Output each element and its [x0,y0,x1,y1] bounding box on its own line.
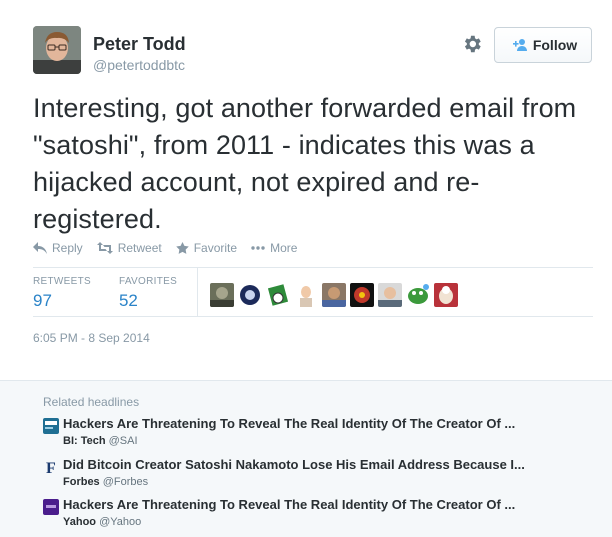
favoriter-avatar[interactable] [210,283,234,307]
favorite-action[interactable]: Favorite [175,241,238,255]
favoriter-avatars [210,283,458,307]
bi-tech-logo-icon [43,418,59,434]
headline-text[interactable]: Hackers Are Threatening To Reveal The Re… [63,497,583,512]
favorite-label: Favorite [193,241,238,255]
favoriter-avatar[interactable] [266,283,290,307]
retweets-stat[interactable]: RETWEETS 97 [33,276,119,312]
headline-text[interactable]: Did Bitcoin Creator Satoshi Nakamoto Los… [63,457,583,472]
retweet-icon [96,242,113,254]
favoriter-avatar[interactable] [322,283,346,307]
headline-source-name: Yahoo [63,516,97,528]
retweet-action[interactable]: Retweet [96,241,162,255]
headline-text[interactable]: Hackers Are Threatening To Reveal The Re… [63,416,583,431]
tweet-card: Peter Todd @petertoddbtc Follow Interest… [0,0,612,380]
star-icon [175,242,189,254]
user-name[interactable]: Peter Todd [93,34,186,54]
related-headlines-title: Related headlines [43,395,140,409]
favoriter-avatar[interactable] [378,283,402,307]
svg-text:F: F [46,460,56,475]
tweet-stats: RETWEETS 97 FAVORITES 52 [33,276,205,312]
favorites-count: 52 [118,291,138,310]
favoriter-avatar[interactable] [238,283,262,307]
more-dots-icon [251,246,265,250]
headline-source[interactable]: Forbes @Forbes [63,476,148,488]
headline-source-handle: @Forbes [102,476,149,488]
reply-action[interactable]: Reply [33,241,83,255]
tweet-timestamp[interactable]: 6:05 PM - 8 Sep 2014 [33,331,150,345]
favorites-label: FAVORITES [118,276,178,287]
headline-source[interactable]: Yahoo @Yahoo [63,516,141,528]
headline-source-name: BI: Tech [63,435,106,447]
related-headlines-panel: Related headlines Hackers Are Threatenin… [0,380,612,537]
forbes-logo-icon: F [43,459,59,475]
retweets-count: 97 [33,291,52,310]
headline-source-name: Forbes [63,476,100,488]
favoriter-avatar[interactable] [434,283,458,307]
retweets-label: RETWEETS [33,276,91,287]
tweet-text: Interesting, got another forwarded email… [33,93,577,234]
favorites-stat[interactable]: FAVORITES 52 [119,276,205,312]
yahoo-logo-icon [43,499,59,515]
headline-source[interactable]: BI: Tech @SAI [63,435,138,447]
more-action[interactable]: More [251,241,297,255]
stats-separator [197,268,198,316]
reply-label: Reply [52,241,83,255]
favoriter-avatar[interactable] [294,283,318,307]
tweet-actions: Reply Retweet Favorite More [33,241,297,255]
follow-button-label: Follow [532,37,578,53]
divider-top [33,267,593,268]
gear-icon[interactable] [461,33,483,55]
add-user-icon [509,38,527,52]
headline-source-handle: @Yahoo [99,516,142,528]
divider-bottom [33,316,593,317]
retweet-label: Retweet [117,241,162,255]
favoriter-avatar[interactable] [406,283,430,307]
follow-button[interactable]: Follow [494,27,592,63]
headline-source-handle: @SAI [108,435,138,447]
reply-icon [33,242,47,254]
user-handle[interactable]: @petertoddbtc [93,56,185,74]
user-avatar[interactable] [33,26,81,74]
more-label: More [270,241,298,255]
favoriter-avatar[interactable] [350,283,374,307]
